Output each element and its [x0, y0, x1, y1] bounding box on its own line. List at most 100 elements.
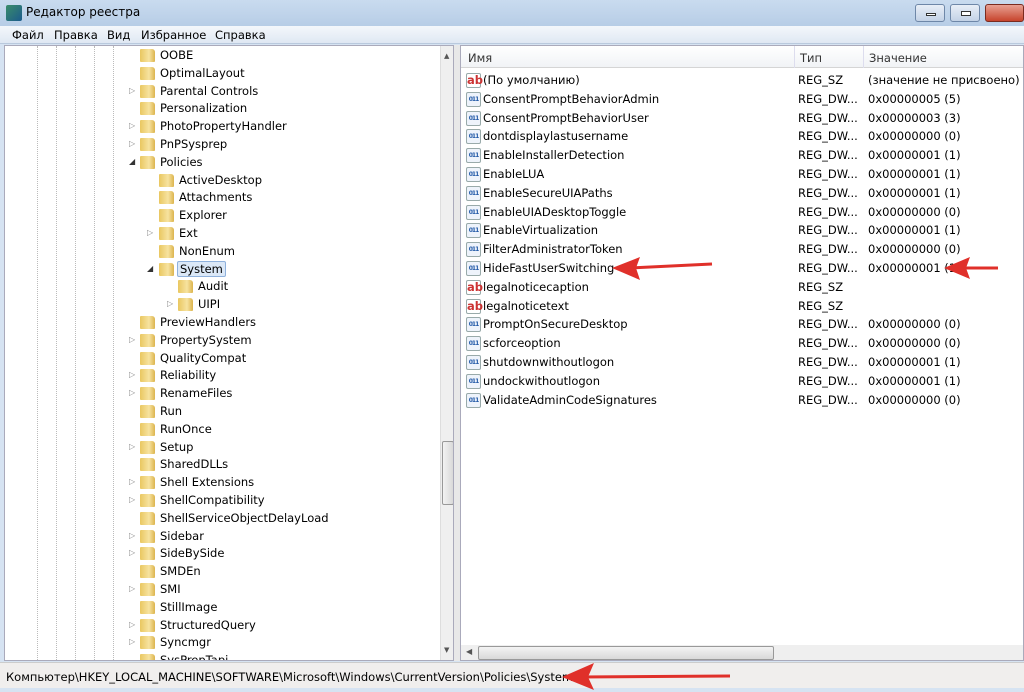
tree-vertical-scrollbar[interactable]: ▲ ▼: [440, 46, 453, 660]
expand-arrow-icon[interactable]: ▷: [147, 228, 153, 237]
tree-item[interactable]: Run: [5, 403, 435, 421]
list-row[interactable]: 011 scforceoption REG_DW... 0x00000000 (0): [461, 334, 1023, 352]
list-scroll-thumb[interactable]: [478, 646, 774, 660]
tree-item[interactable]: ▷ SideBySide: [5, 545, 435, 563]
tree-item[interactable]: Explorer: [5, 207, 435, 225]
tree-item[interactable]: ▷ Sidebar: [5, 528, 435, 546]
tree-item[interactable]: ▷ PhotoPropertyHandler: [5, 118, 435, 136]
list-row[interactable]: ab legalnoticetext REG_SZ: [461, 297, 1023, 315]
tree-item[interactable]: ◢ Policies: [5, 154, 435, 172]
list-row[interactable]: 011 EnableUIADesktopToggle REG_DW... 0x0000…: [461, 203, 1023, 221]
tree-item[interactable]: ▷ Reliability: [5, 367, 435, 385]
expand-arrow-icon[interactable]: ▷: [129, 86, 135, 95]
tree-item[interactable]: PreviewHandlers: [5, 314, 435, 332]
tree-item[interactable]: SharedDLLs: [5, 456, 435, 474]
tree-item[interactable]: OptimalLayout: [5, 65, 435, 83]
tree-item[interactable]: SysPrepTapi: [5, 652, 435, 660]
list-row[interactable]: 011 shutdownwithoutlogon REG_DW... 0x000000…: [461, 353, 1023, 371]
tree-item[interactable]: ◢ System: [5, 260, 435, 279]
tree-item[interactable]: Personalization: [5, 100, 435, 118]
collapse-arrow-icon[interactable]: ◢: [147, 264, 153, 273]
value-type: REG_DW...: [798, 336, 858, 351]
value-data: 0x00000001 (1): [868, 167, 961, 181]
list-row[interactable]: 011 undockwithoutlogon REG_DW... 0x00000001…: [461, 372, 1023, 390]
tree-item[interactable]: ShellServiceObjectDelayLoad: [5, 510, 435, 528]
expand-arrow-icon[interactable]: ▷: [129, 637, 135, 646]
menu-bar: Файл Правка Вид Избранное Справка: [0, 26, 1024, 44]
menu-edit[interactable]: Правка: [54, 28, 98, 42]
tree-item[interactable]: ▷ Shell Extensions: [5, 474, 435, 492]
expand-arrow-icon[interactable]: ▷: [129, 370, 135, 379]
list-row[interactable]: 011 ValidateAdminCodeSignatures REG_DW... 0…: [461, 391, 1023, 409]
list-row[interactable]: 011 ConsentPromptBehaviorUser REG_DW... 0x0…: [461, 109, 1023, 127]
tree-item[interactable]: StillImage: [5, 599, 435, 617]
expand-arrow-icon[interactable]: ▷: [129, 531, 135, 540]
folder-icon: [140, 138, 155, 151]
tree-item[interactable]: RunOnce: [5, 421, 435, 439]
scroll-down-icon[interactable]: ▼: [444, 646, 449, 654]
list-row[interactable]: 011 FilterAdministratorToken REG_DW... 0x00…: [461, 240, 1023, 258]
expand-arrow-icon[interactable]: ▷: [129, 495, 135, 504]
minimize-button[interactable]: [915, 4, 945, 22]
column-type[interactable]: Тип: [800, 51, 822, 65]
close-button[interactable]: [985, 4, 1024, 22]
tree-item[interactable]: ▷ StructuredQuery: [5, 617, 435, 635]
tree-item[interactable]: SMDEn: [5, 563, 435, 581]
tree-scroll-thumb[interactable]: [442, 441, 453, 505]
list-row[interactable]: 011 EnableVirtualization REG_DW... 0x000000…: [461, 221, 1023, 239]
list-row[interactable]: 011 EnableSecureUIAPaths REG_DW... 0x000000…: [461, 184, 1023, 202]
list-row[interactable]: 011 PromptOnSecureDesktop REG_DW... 0x00000…: [461, 315, 1023, 333]
column-value[interactable]: Значение: [869, 51, 927, 65]
expand-arrow-icon[interactable]: ▷: [129, 388, 135, 397]
list-horizontal-scrollbar[interactable]: ◀: [461, 645, 1023, 660]
expand-arrow-icon[interactable]: ▷: [129, 620, 135, 629]
column-name[interactable]: Имя: [468, 51, 492, 65]
list-row[interactable]: ab (По умолчанию) REG_SZ (значение не присв…: [461, 71, 1023, 89]
tree-item[interactable]: ▷ PropertySystem: [5, 332, 435, 350]
expand-arrow-icon[interactable]: ▷: [129, 477, 135, 486]
tree-item[interactable]: NonEnum: [5, 243, 435, 261]
expand-arrow-icon[interactable]: ▷: [129, 442, 135, 451]
list-row[interactable]: ab legalnoticecaption REG_SZ: [461, 278, 1023, 296]
expand-arrow-icon[interactable]: ▷: [129, 121, 135, 130]
maximize-button[interactable]: [950, 4, 980, 22]
expand-arrow-icon[interactable]: ▷: [129, 335, 135, 344]
scroll-left-icon[interactable]: ◀: [466, 647, 472, 656]
list-row[interactable]: 011 EnableInstallerDetection REG_DW... 0x00…: [461, 146, 1023, 164]
list-row[interactable]: 011 dontdisplaylastusername REG_DW... 0x000…: [461, 127, 1023, 145]
tree-item[interactable]: ▷ SMI: [5, 581, 435, 599]
tree-item[interactable]: Attachments: [5, 189, 435, 207]
value-data: 0x00000000 (0): [868, 392, 961, 407]
value-type: REG_DW...: [798, 242, 858, 257]
list-row[interactable]: 011 HideFastUserSwitching REG_DW... 0x00000…: [461, 259, 1023, 277]
tree-item-label: System: [177, 260, 226, 277]
tree-item[interactable]: ▷ Setup: [5, 439, 435, 457]
menu-view[interactable]: Вид: [107, 28, 130, 42]
collapse-arrow-icon[interactable]: ◢: [129, 157, 135, 166]
tree-item[interactable]: ▷ Ext: [5, 225, 435, 243]
list-row[interactable]: 011 ConsentPromptBehaviorAdmin REG_DW... 0x…: [461, 90, 1023, 108]
expand-arrow-icon[interactable]: ▷: [129, 548, 135, 557]
tree-item[interactable]: Audit: [5, 278, 435, 296]
menu-favorites[interactable]: Избранное: [141, 28, 206, 42]
menu-file[interactable]: Файл: [12, 28, 44, 42]
tree-item[interactable]: ▷ UIPI: [5, 296, 435, 314]
tree-item[interactable]: ▷ Parental Controls: [5, 83, 435, 101]
expand-arrow-icon[interactable]: ▷: [129, 139, 135, 148]
expand-arrow-icon[interactable]: ▷: [129, 584, 135, 593]
list-row[interactable]: 011 EnableLUA REG_DW... 0x00000001 (1): [461, 165, 1023, 183]
scroll-up-icon[interactable]: ▲: [444, 52, 449, 60]
tree-item[interactable]: OOBE: [5, 47, 435, 65]
tree-item[interactable]: QualityCompat: [5, 350, 435, 368]
tree-item[interactable]: ▷ ShellCompatibility: [5, 492, 435, 510]
folder-icon: [140, 529, 155, 543]
expand-arrow-icon[interactable]: ▷: [167, 299, 173, 308]
tree-item[interactable]: ActiveDesktop: [5, 172, 435, 190]
menu-help[interactable]: Справка: [215, 28, 266, 42]
folder-icon: [140, 440, 155, 454]
tree-item-label: UIPI: [198, 297, 221, 312]
tree-item[interactable]: ▷ PnPSysprep: [5, 136, 435, 154]
tree-item[interactable]: ▷ RenameFiles: [5, 385, 435, 403]
dword-value-icon: 011: [466, 336, 481, 352]
tree-item[interactable]: ▷ Syncmgr: [5, 634, 435, 652]
